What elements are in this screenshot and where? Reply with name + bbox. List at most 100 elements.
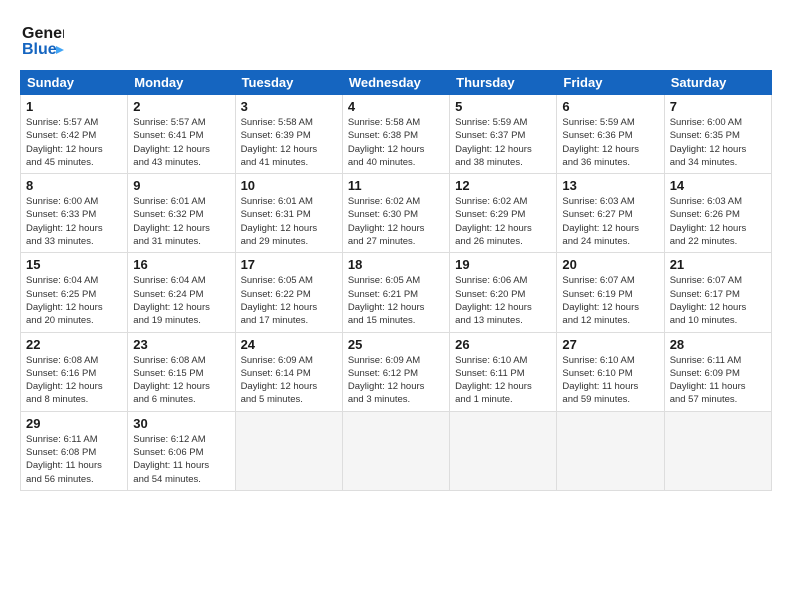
day-number: 8: [26, 178, 122, 193]
day-info: Sunrise: 5:58 AM Sunset: 6:38 PM Dayligh…: [348, 116, 444, 169]
calendar-day-cell: 21Sunrise: 6:07 AM Sunset: 6:17 PM Dayli…: [664, 253, 771, 332]
day-number: 10: [241, 178, 337, 193]
day-info: Sunrise: 6:09 AM Sunset: 6:12 PM Dayligh…: [348, 354, 444, 407]
calendar-week-row: 1 Sunrise: 5:57 AM Sunset: 6:42 PM Daylig…: [21, 95, 772, 174]
day-number: 19: [455, 257, 551, 272]
day-number: 2: [133, 99, 229, 114]
calendar-week-row: 15 Sunrise: 6:04 AM Sunset: 6:25 PM Dayli…: [21, 253, 772, 332]
day-number: 1: [26, 99, 122, 114]
day-number: 20: [562, 257, 658, 272]
calendar-day-cell: [664, 411, 771, 490]
calendar-day-cell: 16 Sunrise: 6:04 AM Sunset: 6:24 PM Dayli…: [128, 253, 235, 332]
day-number: 26: [455, 337, 551, 352]
calendar-weekday: Monday: [128, 71, 235, 95]
calendar-day-cell: 1 Sunrise: 5:57 AM Sunset: 6:42 PM Daylig…: [21, 95, 128, 174]
calendar-day-cell: 22 Sunrise: 6:08 AM Sunset: 6:16 PM Dayli…: [21, 332, 128, 411]
calendar-day-cell: 6 Sunrise: 5:59 AM Sunset: 6:36 PM Daylig…: [557, 95, 664, 174]
calendar-day-cell: 18 Sunrise: 6:05 AM Sunset: 6:21 PM Dayli…: [342, 253, 449, 332]
calendar-day-cell: 29 Sunrise: 6:11 AM Sunset: 6:08 PM Dayli…: [21, 411, 128, 490]
day-number: 15: [26, 257, 122, 272]
day-number: 6: [562, 99, 658, 114]
logo: General Blue: [20, 16, 64, 60]
calendar-day-cell: 30 Sunrise: 6:12 AM Sunset: 6:06 PM Dayli…: [128, 411, 235, 490]
day-number: 16: [133, 257, 229, 272]
day-info: Sunrise: 6:01 AM Sunset: 6:31 PM Dayligh…: [241, 195, 337, 248]
day-info: Sunrise: 6:10 AM Sunset: 6:11 PM Dayligh…: [455, 354, 551, 407]
day-number: 3: [241, 99, 337, 114]
day-info: Sunrise: 6:05 AM Sunset: 6:22 PM Dayligh…: [241, 274, 337, 327]
calendar-day-cell: 28 Sunrise: 6:11 AM Sunset: 6:09 PM Dayli…: [664, 332, 771, 411]
day-number: 17: [241, 257, 337, 272]
calendar-day-cell: 10 Sunrise: 6:01 AM Sunset: 6:31 PM Dayli…: [235, 174, 342, 253]
calendar-day-cell: 7 Sunrise: 6:00 AM Sunset: 6:35 PM Daylig…: [664, 95, 771, 174]
calendar-day-cell: 25 Sunrise: 6:09 AM Sunset: 6:12 PM Dayli…: [342, 332, 449, 411]
day-info: Sunrise: 5:59 AM Sunset: 6:37 PM Dayligh…: [455, 116, 551, 169]
calendar-day-cell: [235, 411, 342, 490]
day-info: Sunrise: 5:57 AM Sunset: 6:41 PM Dayligh…: [133, 116, 229, 169]
day-number: 23: [133, 337, 229, 352]
day-number: 13: [562, 178, 658, 193]
day-number: 18: [348, 257, 444, 272]
day-number: 5: [455, 99, 551, 114]
day-info: Sunrise: 6:07 AM Sunset: 6:19 PM Dayligh…: [562, 274, 658, 327]
calendar-week-row: 8 Sunrise: 6:00 AM Sunset: 6:33 PM Daylig…: [21, 174, 772, 253]
day-number: 21: [670, 257, 766, 272]
logo-icon: General Blue: [20, 16, 64, 60]
day-info: Sunrise: 6:08 AM Sunset: 6:16 PM Dayligh…: [26, 354, 122, 407]
day-number: 4: [348, 99, 444, 114]
calendar-day-cell: 3Sunrise: 5:58 AM Sunset: 6:39 PM Daylig…: [235, 95, 342, 174]
day-number: 12: [455, 178, 551, 193]
day-number: 28: [670, 337, 766, 352]
calendar-weekday: Sunday: [21, 71, 128, 95]
day-info: Sunrise: 6:03 AM Sunset: 6:26 PM Dayligh…: [670, 195, 766, 248]
calendar-day-cell: 5 Sunrise: 5:59 AM Sunset: 6:37 PM Daylig…: [450, 95, 557, 174]
calendar-weekday: Saturday: [664, 71, 771, 95]
calendar-weekday: Friday: [557, 71, 664, 95]
day-info: Sunrise: 6:12 AM Sunset: 6:06 PM Dayligh…: [133, 433, 229, 486]
day-number: 27: [562, 337, 658, 352]
day-info: Sunrise: 6:00 AM Sunset: 6:35 PM Dayligh…: [670, 116, 766, 169]
calendar-day-cell: 24 Sunrise: 6:09 AM Sunset: 6:14 PM Dayli…: [235, 332, 342, 411]
day-number: 7: [670, 99, 766, 114]
svg-text:Blue: Blue: [22, 41, 57, 58]
day-info: Sunrise: 6:05 AM Sunset: 6:21 PM Dayligh…: [348, 274, 444, 327]
day-info: Sunrise: 6:04 AM Sunset: 6:25 PM Dayligh…: [26, 274, 122, 327]
day-number: 30: [133, 416, 229, 431]
page: General Blue SundayMondayTuesdayWednesda…: [0, 0, 792, 612]
day-info: Sunrise: 6:04 AM Sunset: 6:24 PM Dayligh…: [133, 274, 229, 327]
calendar-day-cell: 15 Sunrise: 6:04 AM Sunset: 6:25 PM Dayli…: [21, 253, 128, 332]
day-info: Sunrise: 6:02 AM Sunset: 6:29 PM Dayligh…: [455, 195, 551, 248]
day-info: Sunrise: 5:59 AM Sunset: 6:36 PM Dayligh…: [562, 116, 658, 169]
calendar-day-cell: 4 Sunrise: 5:58 AM Sunset: 6:38 PM Daylig…: [342, 95, 449, 174]
calendar-day-cell: 26 Sunrise: 6:10 AM Sunset: 6:11 PM Dayli…: [450, 332, 557, 411]
calendar-day-cell: 19 Sunrise: 6:06 AM Sunset: 6:20 PM Dayli…: [450, 253, 557, 332]
day-info: Sunrise: 6:01 AM Sunset: 6:32 PM Dayligh…: [133, 195, 229, 248]
calendar-day-cell: 2 Sunrise: 5:57 AM Sunset: 6:41 PM Daylig…: [128, 95, 235, 174]
header: General Blue: [20, 16, 772, 60]
calendar-header-row: SundayMondayTuesdayWednesdayThursdayFrid…: [21, 71, 772, 95]
calendar-day-cell: 14 Sunrise: 6:03 AM Sunset: 6:26 PM Dayli…: [664, 174, 771, 253]
day-number: 29: [26, 416, 122, 431]
calendar-day-cell: 17 Sunrise: 6:05 AM Sunset: 6:22 PM Dayli…: [235, 253, 342, 332]
day-number: 22: [26, 337, 122, 352]
calendar-day-cell: 11Sunrise: 6:02 AM Sunset: 6:30 PM Dayli…: [342, 174, 449, 253]
calendar-weekday: Tuesday: [235, 71, 342, 95]
calendar-day-cell: 13Sunrise: 6:03 AM Sunset: 6:27 PM Dayli…: [557, 174, 664, 253]
day-info: Sunrise: 6:10 AM Sunset: 6:10 PM Dayligh…: [562, 354, 658, 407]
calendar-weekday: Wednesday: [342, 71, 449, 95]
day-info: Sunrise: 6:09 AM Sunset: 6:14 PM Dayligh…: [241, 354, 337, 407]
day-number: 24: [241, 337, 337, 352]
day-number: 25: [348, 337, 444, 352]
day-number: 14: [670, 178, 766, 193]
day-number: 9: [133, 178, 229, 193]
day-info: Sunrise: 6:11 AM Sunset: 6:08 PM Dayligh…: [26, 433, 122, 486]
day-info: Sunrise: 6:11 AM Sunset: 6:09 PM Dayligh…: [670, 354, 766, 407]
day-number: 11: [348, 178, 444, 193]
day-info: Sunrise: 6:00 AM Sunset: 6:33 PM Dayligh…: [26, 195, 122, 248]
day-info: Sunrise: 6:08 AM Sunset: 6:15 PM Dayligh…: [133, 354, 229, 407]
calendar-day-cell: 20 Sunrise: 6:07 AM Sunset: 6:19 PM Dayli…: [557, 253, 664, 332]
day-info: Sunrise: 5:57 AM Sunset: 6:42 PM Dayligh…: [26, 116, 122, 169]
calendar-table: SundayMondayTuesdayWednesdayThursdayFrid…: [20, 70, 772, 491]
day-info: Sunrise: 6:06 AM Sunset: 6:20 PM Dayligh…: [455, 274, 551, 327]
calendar-day-cell: [557, 411, 664, 490]
